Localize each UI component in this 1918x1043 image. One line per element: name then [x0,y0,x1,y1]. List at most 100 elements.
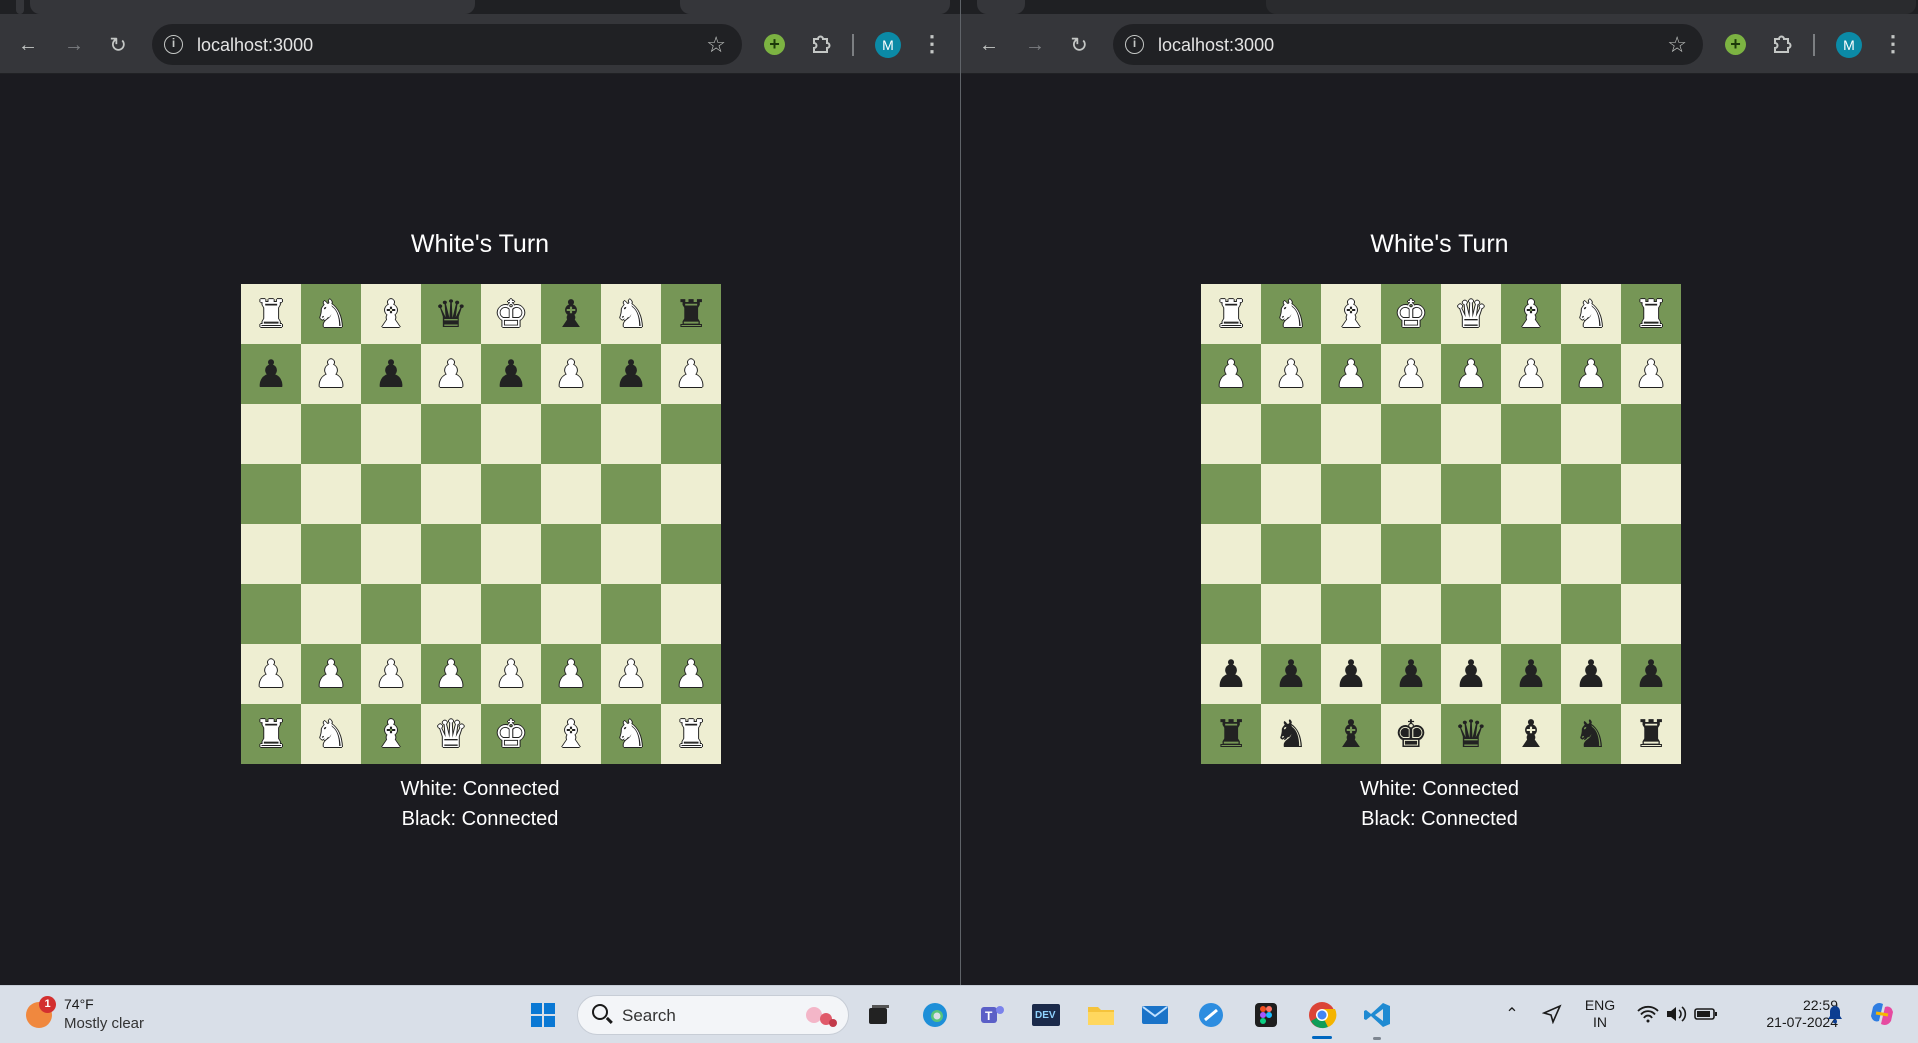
board-square[interactable] [601,464,661,524]
board-square[interactable]: ♚ [481,284,541,344]
board-square[interactable] [361,404,421,464]
battery-icon[interactable] [1694,1002,1718,1026]
white-rook-piece-icon[interactable]: ♜ [1214,295,1248,333]
board-square[interactable] [1321,464,1381,524]
white-pawn-piece-icon[interactable]: ♟ [254,655,288,693]
board-square[interactable]: ♟ [1261,344,1321,404]
board-square[interactable] [1441,584,1501,644]
browser-tab[interactable] [1266,0,1916,14]
black-bishop-piece-icon[interactable]: ♝ [1334,715,1368,753]
black-rook-piece-icon[interactable]: ♜ [1214,715,1248,753]
board-square[interactable]: ♟ [301,644,361,704]
board-square[interactable]: ♛ [1441,704,1501,764]
black-pawn-piece-icon[interactable]: ♟ [494,355,528,393]
board-square[interactable] [541,584,601,644]
black-king-piece-icon[interactable]: ♚ [1394,715,1428,753]
board-square[interactable] [241,464,301,524]
board-square[interactable] [301,464,361,524]
board-square[interactable]: ♝ [1501,704,1561,764]
paint-app-icon[interactable] [1194,998,1228,1032]
board-square[interactable] [1621,524,1681,584]
mail-icon[interactable] [1138,998,1172,1032]
white-rook-piece-icon[interactable]: ♜ [674,715,708,753]
board-square[interactable]: ♟ [1441,344,1501,404]
white-bishop-piece-icon[interactable]: ♝ [374,295,408,333]
bookmark-star-icon[interactable]: ☆ [706,32,726,58]
white-pawn-piece-icon[interactable]: ♟ [1274,355,1308,393]
board-square[interactable]: ♛ [421,704,481,764]
figma-icon[interactable] [1249,998,1283,1032]
board-square[interactable] [661,404,721,464]
board-square[interactable]: ♝ [541,284,601,344]
white-knight-piece-icon[interactable]: ♞ [1274,295,1308,333]
board-square[interactable]: ♜ [1621,284,1681,344]
board-square[interactable] [1441,524,1501,584]
extension-plus-icon[interactable]: + [764,34,785,55]
white-rook-piece-icon[interactable]: ♜ [254,715,288,753]
board-square[interactable]: ♛ [421,284,481,344]
board-square[interactable]: ♟ [661,644,721,704]
black-pawn-piece-icon[interactable]: ♟ [1634,655,1668,693]
white-king-piece-icon[interactable]: ♚ [494,715,528,753]
board-square[interactable]: ♟ [1321,644,1381,704]
board-square[interactable] [241,404,301,464]
white-pawn-piece-icon[interactable]: ♟ [434,655,468,693]
board-square[interactable]: ♚ [1381,704,1441,764]
white-pawn-piece-icon[interactable]: ♟ [1394,355,1428,393]
forward-arrow-icon[interactable]: → [60,31,88,59]
white-bishop-piece-icon[interactable]: ♝ [554,715,588,753]
back-arrow-icon[interactable]: ← [975,31,1003,59]
white-pawn-piece-icon[interactable]: ♟ [314,655,348,693]
board-square[interactable]: ♞ [601,704,661,764]
board-square[interactable]: ♜ [1201,704,1261,764]
board-square[interactable]: ♟ [1321,344,1381,404]
board-square[interactable]: ♟ [1201,344,1261,404]
board-square[interactable] [1501,584,1561,644]
file-explorer-icon[interactable] [1084,998,1118,1032]
white-pawn-piece-icon[interactable]: ♟ [1454,355,1488,393]
board-square[interactable]: ♞ [1261,284,1321,344]
browser-tab[interactable] [977,0,1025,14]
board-square[interactable] [421,524,481,584]
board-square[interactable] [301,584,361,644]
board-square[interactable] [1261,464,1321,524]
volume-icon[interactable] [1664,1002,1688,1026]
board-square[interactable] [1261,584,1321,644]
board-square[interactable] [421,464,481,524]
board-square[interactable]: ♚ [481,704,541,764]
board-square[interactable]: ♟ [361,644,421,704]
board-square[interactable] [601,584,661,644]
black-pawn-piece-icon[interactable]: ♟ [1394,655,1428,693]
taskbar-search[interactable]: Search [577,995,849,1035]
board-square[interactable] [1621,404,1681,464]
board-square[interactable]: ♟ [1621,344,1681,404]
white-pawn-piece-icon[interactable]: ♟ [1214,355,1248,393]
address-url[interactable]: localhost:3000 [1158,35,1274,56]
black-rook-piece-icon[interactable]: ♜ [674,295,708,333]
board-square[interactable] [1201,524,1261,584]
board-square[interactable] [481,404,541,464]
show-hidden-icons-chevron-icon[interactable]: ⌃ [1500,1002,1524,1026]
black-pawn-piece-icon[interactable]: ♟ [254,355,288,393]
board-square[interactable] [1201,584,1261,644]
black-knight-piece-icon[interactable]: ♞ [1574,715,1608,753]
board-square[interactable] [301,524,361,584]
board-square[interactable]: ♟ [1561,344,1621,404]
white-knight-piece-icon[interactable]: ♞ [1574,295,1608,333]
reload-icon[interactable]: ↻ [104,31,132,59]
board-square[interactable] [541,404,601,464]
board-square[interactable]: ♟ [1501,344,1561,404]
board-square[interactable]: ♜ [1621,704,1681,764]
black-bishop-piece-icon[interactable]: ♝ [1514,715,1548,753]
board-square[interactable] [1501,464,1561,524]
board-square[interactable]: ♟ [241,644,301,704]
black-queen-piece-icon[interactable]: ♛ [434,295,468,333]
address-bar[interactable]: i localhost:3000 ☆ [152,24,742,65]
board-square[interactable]: ♟ [541,344,601,404]
wifi-icon[interactable] [1636,1002,1660,1026]
site-info-icon[interactable]: i [1125,35,1144,54]
reload-icon[interactable]: ↻ [1065,31,1093,59]
board-square[interactable]: ♟ [361,344,421,404]
address-url[interactable]: localhost:3000 [197,35,313,56]
board-square[interactable] [1321,584,1381,644]
